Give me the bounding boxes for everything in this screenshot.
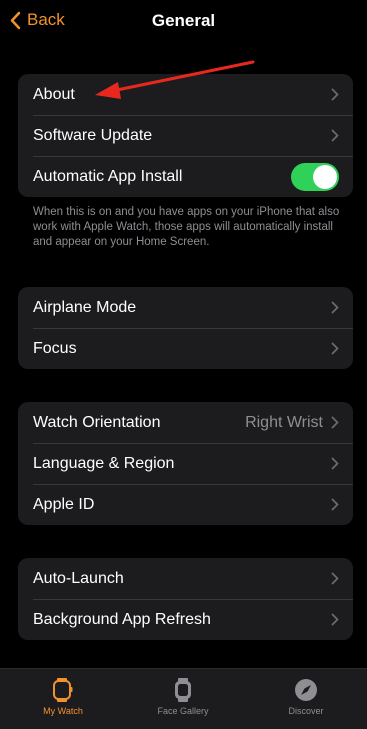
tab-my-watch[interactable]: My Watch: [8, 669, 118, 729]
language-region-label: Language & Region: [33, 454, 175, 472]
automatic-install-footnote: When this is on and you have apps on you…: [33, 206, 340, 248]
apple-id-label: Apple ID: [33, 495, 95, 513]
software-update-label: Software Update: [33, 126, 153, 144]
tab-discover-label: Discover: [288, 706, 324, 716]
auto-launch-row[interactable]: Auto-Launch: [18, 558, 353, 599]
focus-label: Focus: [33, 339, 77, 357]
compass-icon: [295, 679, 317, 701]
tab-face-gallery-label: Face Gallery: [157, 706, 209, 716]
face-gallery-icon: [175, 678, 191, 702]
airplane-mode-row[interactable]: Airplane Mode: [18, 287, 353, 328]
chevron-right-icon: [331, 457, 339, 470]
chevron-right-icon: [331, 416, 339, 429]
watch-orientation-row[interactable]: Watch Orientation Right Wrist: [18, 402, 353, 443]
auto-launch-label: Auto-Launch: [33, 569, 124, 587]
language-region-row[interactable]: Language & Region: [18, 443, 353, 484]
watch-orientation-value: Right Wrist: [245, 413, 323, 431]
automatic-app-install-label: Automatic App Install: [33, 167, 183, 185]
about-row[interactable]: About: [18, 74, 353, 115]
settings-group-launch: Auto-Launch Background App Refresh: [18, 558, 353, 640]
chevron-right-icon: [331, 301, 339, 314]
watch-orientation-label: Watch Orientation: [33, 413, 161, 431]
automatic-app-install-row: Automatic App Install: [18, 156, 353, 197]
focus-row[interactable]: Focus: [18, 328, 353, 369]
background-app-refresh-row[interactable]: Background App Refresh: [18, 599, 353, 640]
nav-bar: Back General: [0, 0, 367, 44]
chevron-right-icon: [331, 572, 339, 585]
chevron-right-icon: [331, 498, 339, 511]
settings-group-general: About Software Update Automatic App Inst…: [18, 74, 353, 197]
toggle-knob: [313, 164, 337, 189]
settings-group-region: Watch Orientation Right Wrist Language &…: [18, 402, 353, 525]
apple-id-row[interactable]: Apple ID: [18, 484, 353, 525]
page-title: General: [151, 11, 216, 30]
background-app-refresh-label: Background App Refresh: [33, 610, 211, 628]
tab-face-gallery[interactable]: Face Gallery: [128, 669, 238, 729]
chevron-right-icon: [331, 613, 339, 626]
chevron-right-icon: [331, 88, 339, 101]
about-label: About: [33, 85, 75, 103]
settings-group-modes: Airplane Mode Focus: [18, 287, 353, 369]
tab-my-watch-label: My Watch: [43, 706, 83, 716]
chevron-right-icon: [331, 129, 339, 142]
software-update-row[interactable]: Software Update: [18, 115, 353, 156]
chevron-right-icon: [331, 342, 339, 355]
airplane-mode-label: Airplane Mode: [33, 298, 137, 316]
tab-discover[interactable]: Discover: [251, 669, 361, 729]
watch-icon: [53, 678, 73, 702]
tab-bar: My Watch Face Gallery Discover: [0, 668, 367, 729]
automatic-app-install-toggle[interactable]: [291, 162, 339, 191]
